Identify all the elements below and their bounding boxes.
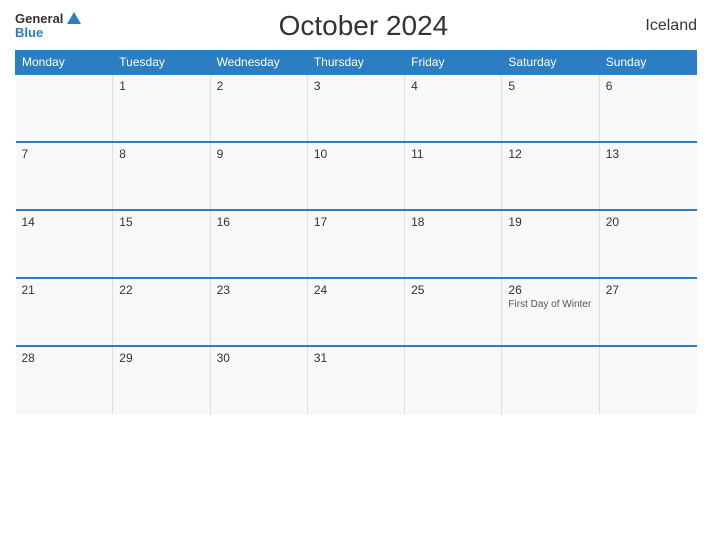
country-label: Iceland — [645, 17, 697, 35]
header-wednesday: Wednesday — [210, 51, 307, 75]
day-event: First Day of Winter — [508, 299, 592, 310]
day-number: 13 — [606, 147, 691, 161]
calendar-day-cell: 14 — [16, 210, 113, 278]
day-number: 8 — [119, 147, 203, 161]
header-monday: Monday — [16, 51, 113, 75]
calendar-day-cell — [502, 346, 599, 414]
day-number: 31 — [314, 351, 398, 365]
day-number: 28 — [22, 351, 107, 365]
calendar-day-cell: 18 — [405, 210, 502, 278]
header-saturday: Saturday — [502, 51, 599, 75]
calendar-day-cell: 25 — [405, 278, 502, 346]
calendar-week-row: 28 29 30 31 — [16, 346, 697, 414]
calendar-day-cell: 2 — [210, 74, 307, 142]
logo-triangle-icon — [67, 12, 81, 24]
calendar-day-cell: 16 — [210, 210, 307, 278]
day-number: 27 — [606, 283, 691, 297]
header: General Blue October 2024 Iceland — [15, 10, 697, 42]
calendar-week-row: 789 10 11 12 13 — [16, 142, 697, 210]
calendar-day-cell: 10 — [307, 142, 404, 210]
day-number: 5 — [508, 79, 592, 93]
day-number: 25 — [411, 283, 495, 297]
day-number: 15 — [119, 215, 203, 229]
calendar-day-cell: 27 — [599, 278, 696, 346]
day-number: 12 — [508, 147, 592, 161]
calendar-day-cell — [599, 346, 696, 414]
day-number: 17 — [314, 215, 398, 229]
calendar-day-cell: 17 — [307, 210, 404, 278]
calendar-week-row: 14 15 16 17 18 19 20 — [16, 210, 697, 278]
logo: General Blue — [15, 12, 81, 41]
calendar-day-cell — [16, 74, 113, 142]
calendar-day-cell: 1 — [113, 74, 210, 142]
calendar-day-cell: 28 — [16, 346, 113, 414]
header-friday: Friday — [405, 51, 502, 75]
calendar-day-cell: 29 — [113, 346, 210, 414]
calendar-day-cell: 31 — [307, 346, 404, 414]
calendar-day-cell: 26 First Day of Winter — [502, 278, 599, 346]
calendar-day-cell: 7 — [16, 142, 113, 210]
calendar-day-cell: 21 — [16, 278, 113, 346]
day-number: 6 — [606, 79, 691, 93]
day-number: 30 — [217, 351, 301, 365]
calendar-day-cell: 8 — [113, 142, 210, 210]
day-number: 29 — [119, 351, 203, 365]
day-number: 21 — [22, 283, 107, 297]
calendar-day-cell: 4 — [405, 74, 502, 142]
day-number: 9 — [217, 147, 301, 161]
day-number: 4 — [411, 79, 495, 93]
calendar-day-cell: 11 — [405, 142, 502, 210]
day-number: 2 — [217, 79, 301, 93]
day-number: 23 — [217, 283, 301, 297]
calendar-table: Monday Tuesday Wednesday Thursday Friday… — [15, 50, 697, 414]
calendar-day-cell: 3 — [307, 74, 404, 142]
weekday-header-row: Monday Tuesday Wednesday Thursday Friday… — [16, 51, 697, 75]
logo-blue-text: Blue — [15, 26, 43, 40]
calendar-day-cell: 24 — [307, 278, 404, 346]
calendar-week-row: 123456 — [16, 74, 697, 142]
day-number: 14 — [22, 215, 107, 229]
header-tuesday: Tuesday — [113, 51, 210, 75]
calendar-container: General Blue October 2024 Iceland Monday… — [0, 0, 712, 550]
day-number: 3 — [314, 79, 398, 93]
day-number: 10 — [314, 147, 398, 161]
calendar-day-cell — [405, 346, 502, 414]
day-number: 7 — [22, 147, 107, 161]
logo-general-text: General — [15, 12, 63, 26]
day-number: 19 — [508, 215, 592, 229]
day-number: 18 — [411, 215, 495, 229]
day-number: 1 — [119, 79, 203, 93]
day-number: 22 — [119, 283, 203, 297]
calendar-day-cell: 5 — [502, 74, 599, 142]
calendar-day-cell: 23 — [210, 278, 307, 346]
header-sunday: Sunday — [599, 51, 696, 75]
calendar-week-row: 21 22 23 24 25 26 First Day of Winter 27 — [16, 278, 697, 346]
calendar-day-cell: 15 — [113, 210, 210, 278]
calendar-day-cell: 20 — [599, 210, 696, 278]
calendar-day-cell: 22 — [113, 278, 210, 346]
calendar-day-cell: 13 — [599, 142, 696, 210]
day-number: 24 — [314, 283, 398, 297]
header-thursday: Thursday — [307, 51, 404, 75]
calendar-day-cell: 12 — [502, 142, 599, 210]
calendar-title: October 2024 — [279, 10, 449, 42]
calendar-day-cell: 30 — [210, 346, 307, 414]
calendar-day-cell: 9 — [210, 142, 307, 210]
calendar-day-cell: 19 — [502, 210, 599, 278]
day-number: 11 — [411, 147, 495, 161]
day-number: 16 — [217, 215, 301, 229]
day-number: 20 — [606, 215, 691, 229]
calendar-day-cell: 6 — [599, 74, 696, 142]
day-number: 26 — [508, 283, 592, 297]
